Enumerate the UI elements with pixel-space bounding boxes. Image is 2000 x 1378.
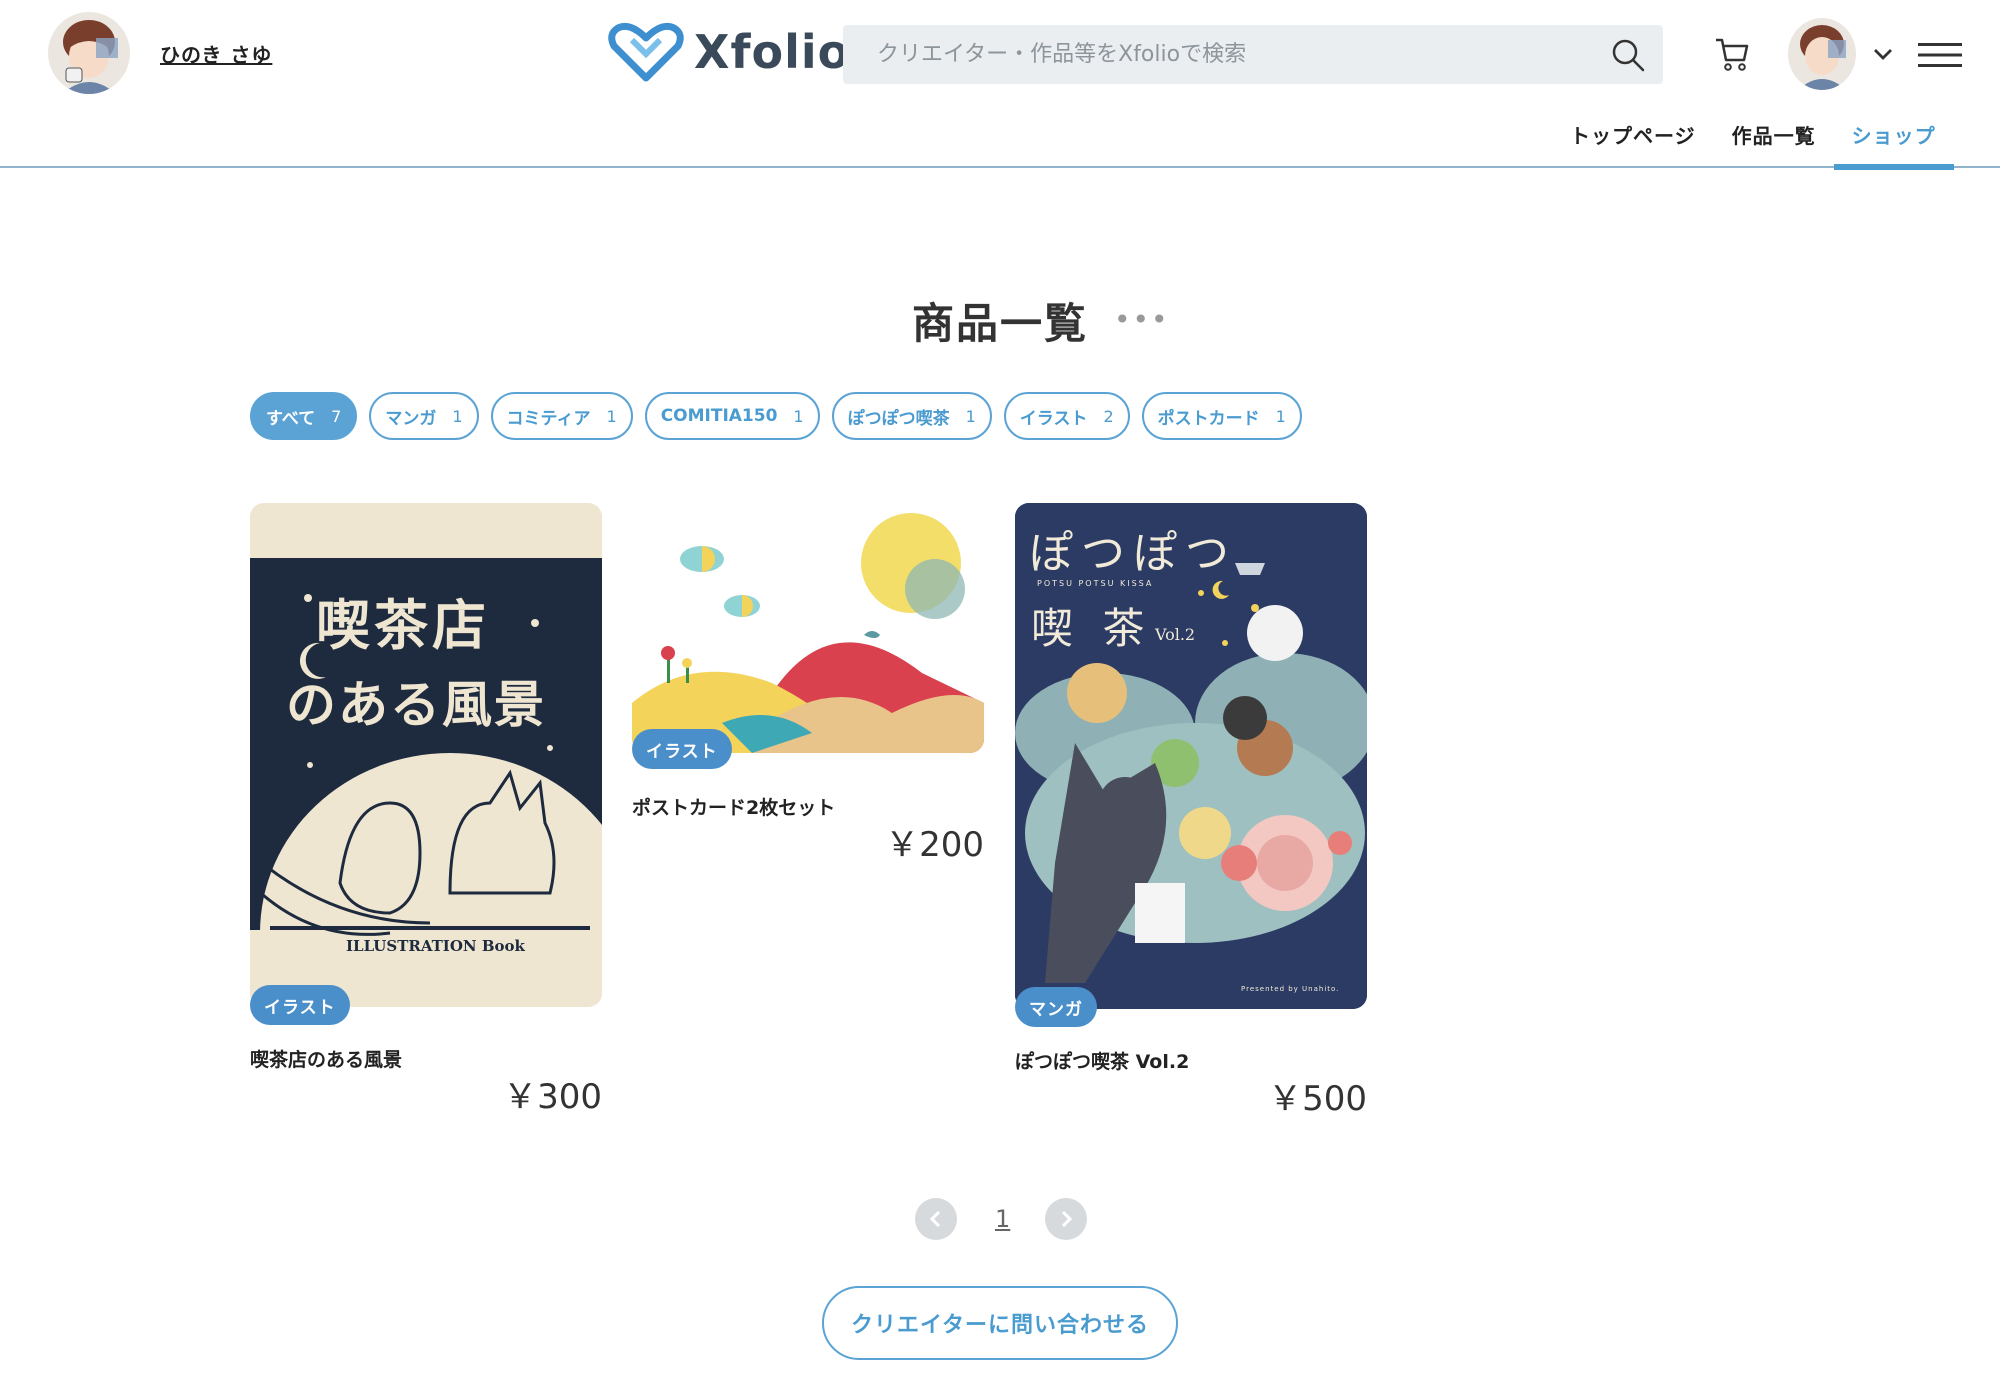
filter-count: 1 [793,406,804,426]
creator-avatar[interactable] [48,12,130,94]
tab-shop[interactable]: ショップ [1833,112,1954,170]
cover-kana: POTSU POTSU KISSA [1037,579,1154,588]
cover-title-line2: 喫 茶 [1031,604,1153,653]
product-card[interactable]: ぽつぽつ POTSU POTSU KISSA 喫 茶 Vol.2 Present… [1015,503,1367,1119]
page-number[interactable]: 1 [995,1205,1010,1233]
tab-top-page[interactable]: トップページ [1552,112,1714,168]
tab-works[interactable]: 作品一覧 [1714,112,1834,168]
user-menu[interactable] [1788,18,1894,90]
search-icon[interactable] [1611,38,1645,72]
contact-creator-button[interactable]: クリエイターに問い合わせる [822,1286,1178,1360]
chevron-down-icon[interactable] [1872,47,1894,61]
filter-label: ぽつぽつ喫茶 [847,408,950,429]
filter-chip-postcard[interactable]: ポストカード 1 [1141,392,1302,440]
chevron-left-icon [929,1210,941,1228]
category-filters: すべて 7 マンガ 1 コミティア 1 COMITIA150 1 ぽつぽつ喫茶 … [250,392,1302,440]
filter-count: 1 [606,406,617,426]
filter-label: コミティア [506,408,591,429]
cover-subtitle: ILLUSTRATION Book [346,937,525,955]
product-card[interactable]: イラスト ポストカード2枚セット ￥200 [632,503,984,865]
product-card[interactable]: 喫茶店 のある風景 ILLUSTRATION Book イラスト 喫茶店のある風… [250,503,602,1117]
category-tag: マンガ [1015,987,1097,1027]
cover-title-line1: 喫茶店 [316,593,490,657]
search-bar [843,25,1663,84]
filter-label: ポストカード [1157,408,1260,429]
filter-count: 2 [1103,406,1114,426]
menu-icon[interactable] [1918,42,1962,68]
user-avatar[interactable] [1788,18,1856,90]
site-header: ひのき さゆ Xfolio クリエイター・作品等をXfolioで検索 トップペー… [0,0,2000,170]
filter-chip-comitia150[interactable]: COMITIA150 1 [644,392,820,440]
cart-icon[interactable] [1714,36,1750,72]
prev-page-button[interactable] [915,1198,957,1240]
product-image[interactable] [632,503,984,753]
product-price: ￥300 [503,1077,602,1117]
brand-name: Xfolio [694,25,851,79]
chevron-right-icon [1061,1210,1073,1228]
search-input[interactable] [843,25,1603,84]
creator-profile-link[interactable]: ひのき さゆ [48,12,272,94]
cover-volume: Vol.2 [1155,625,1196,644]
cover-title-line1: ぽつぽつ [1029,528,1237,579]
cover-title-line2: のある風景 [286,675,546,734]
xfolio-heart-icon [608,22,684,82]
pagination: 1 [915,1198,1087,1240]
product-image[interactable]: 喫茶店 のある風景 ILLUSTRATION Book [250,503,602,1007]
xfolio-logo[interactable]: Xfolio [608,22,850,82]
next-page-button[interactable] [1045,1198,1087,1240]
filter-count: 7 [331,406,342,426]
category-tag: イラスト [250,985,350,1025]
product-name[interactable]: ポストカード2枚セット [632,793,835,820]
filter-chip-potsupotsu-kissa[interactable]: ぽつぽつ喫茶 1 [831,392,992,440]
filter-chip-manga[interactable]: マンガ 1 [369,392,479,440]
creator-name[interactable]: ひのき さゆ [160,39,272,68]
product-price: ￥500 [1268,1079,1367,1119]
filter-count: 1 [452,406,463,426]
more-options-icon[interactable]: ••• [1114,306,1170,334]
filter-count: 1 [1275,406,1286,426]
filter-label: すべて [266,408,316,429]
filter-label: イラスト [1019,408,1088,429]
filter-chip-all[interactable]: すべて 7 [250,392,358,440]
filter-chip-illust[interactable]: イラスト 2 [1003,392,1130,440]
filter-label: COMITIA150 [660,406,778,426]
creator-nav: トップページ 作品一覧 ショップ [1552,112,1954,170]
filter-chip-comitia[interactable]: コミティア 1 [490,392,633,440]
filter-label: マンガ [385,408,437,429]
product-name[interactable]: 喫茶店のある風景 [250,1045,402,1072]
page-title: 商品一覧 [912,299,1089,348]
cover-credit: Presented by Unahito. [1241,985,1340,993]
filter-count: 1 [965,406,976,426]
category-tag: イラスト [632,729,732,769]
product-image[interactable]: ぽつぽつ POTSU POTSU KISSA 喫 茶 Vol.2 Present… [1015,503,1367,1009]
product-price: ￥200 [885,825,984,865]
product-name[interactable]: ぽつぽつ喫茶 Vol.2 [1015,1047,1189,1074]
